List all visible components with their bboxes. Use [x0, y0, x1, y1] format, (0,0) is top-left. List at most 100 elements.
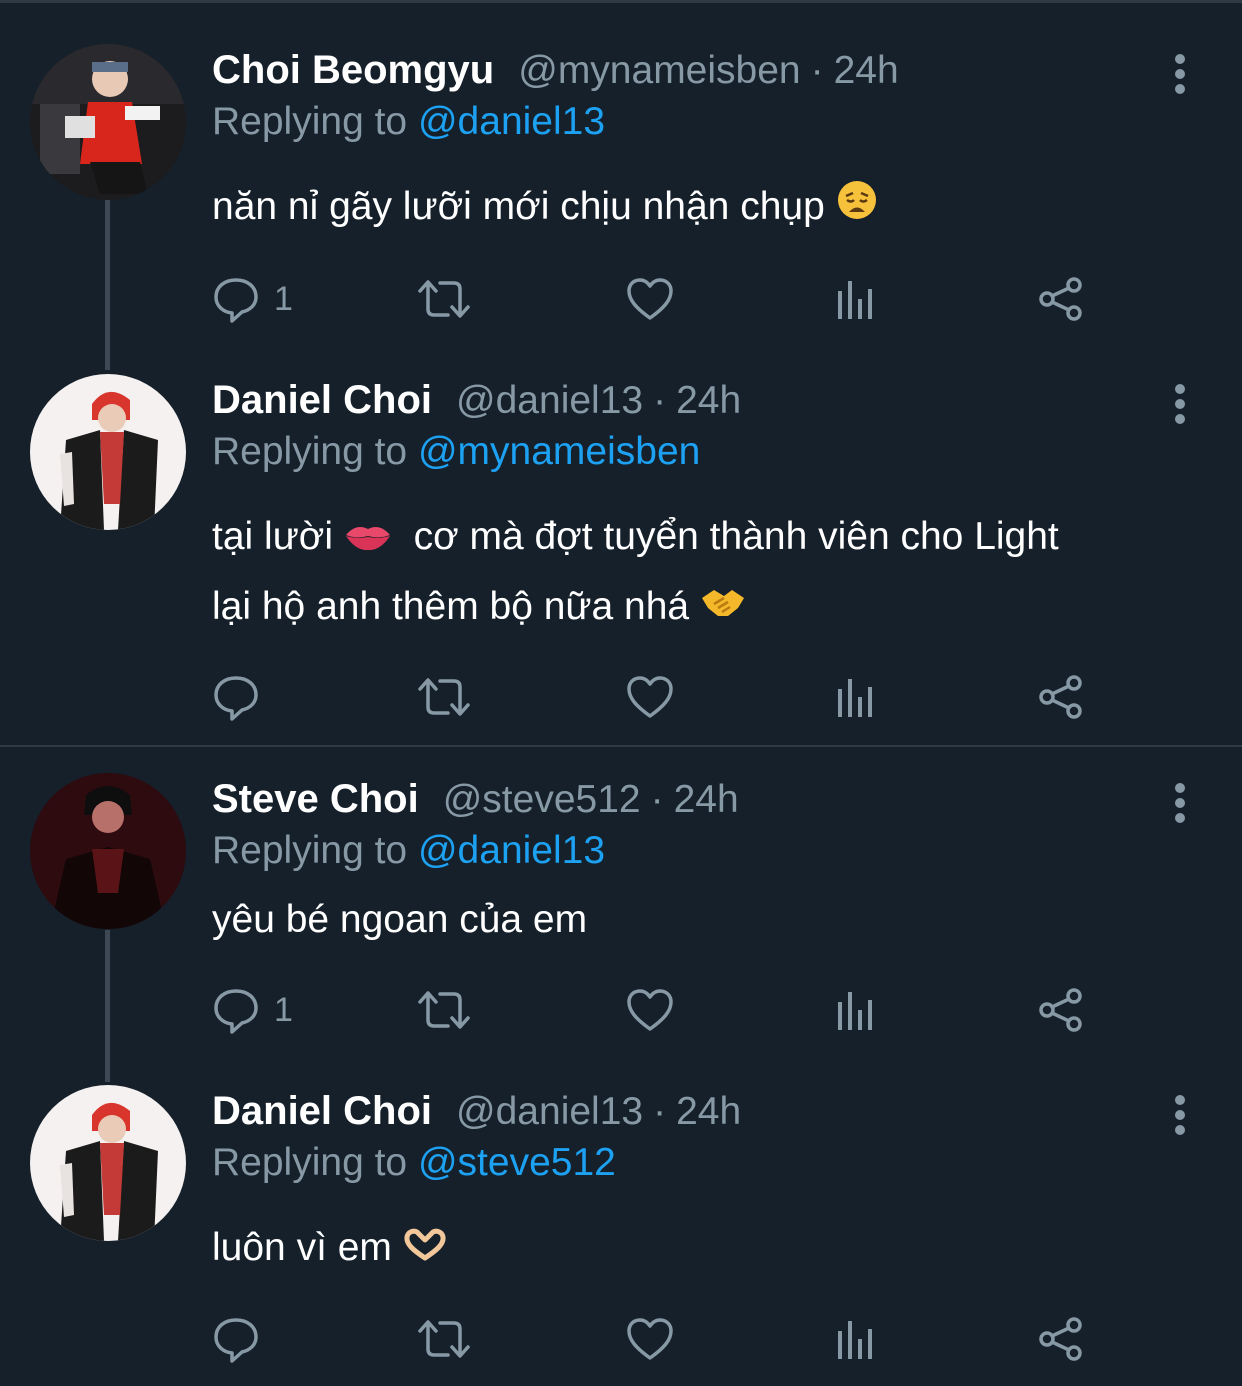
reply-icon — [214, 676, 258, 721]
share-button[interactable] — [1038, 985, 1084, 1035]
mention-link[interactable]: @mynameisben — [418, 430, 700, 473]
tweet-header: Choi Beomgyu @mynameisben · 24h — [212, 48, 899, 100]
more-icon[interactable] — [1168, 54, 1192, 94]
analytics-button[interactable] — [836, 985, 876, 1035]
analytics-button[interactable] — [836, 274, 876, 324]
avatar[interactable] — [30, 374, 186, 530]
replying-prefix: Replying to — [212, 829, 408, 872]
mention-link[interactable]: @steve512 — [418, 1141, 616, 1184]
like-button[interactable] — [626, 1314, 674, 1364]
reply-button[interactable] — [212, 672, 274, 722]
more-icon[interactable] — [1168, 1095, 1192, 1135]
share-button[interactable] — [1038, 672, 1084, 722]
analytics-icon — [838, 679, 872, 717]
retweet-button[interactable] — [416, 985, 472, 1035]
username[interactable]: @daniel13 — [456, 1090, 643, 1134]
top-divider — [0, 0, 1242, 3]
reply-button[interactable]: 1 — [212, 985, 293, 1035]
display-name[interactable]: Steve Choi — [212, 777, 419, 822]
tweet-actions — [212, 672, 1112, 722]
tweet-text-part: cơ mà đợt tuyển thành viên cho Light — [413, 515, 1059, 558]
display-name[interactable]: Daniel Choi — [212, 1089, 432, 1134]
reply-icon — [214, 278, 258, 323]
display-name[interactable]: Daniel Choi — [212, 378, 432, 423]
tweet-header: Daniel Choi @daniel13 · 24h — [212, 1089, 741, 1141]
separator-dot: · — [650, 778, 664, 821]
replying-to: Replying to @mynameisben — [212, 430, 700, 474]
retweet-icon — [418, 991, 470, 1029]
replying-to: Replying to @steve512 — [212, 1141, 616, 1185]
tweet-text-content: năn nỉ gãy lưỡi mới chịu nhận chụp — [212, 185, 825, 228]
replying-to: Replying to @daniel13 — [212, 829, 605, 873]
analytics-icon — [838, 281, 872, 319]
conversation-divider — [0, 745, 1242, 747]
tweet-actions: 1 — [212, 274, 1112, 324]
share-button[interactable] — [1038, 274, 1084, 324]
retweet-button[interactable] — [416, 274, 472, 324]
like-button[interactable] — [626, 672, 674, 722]
avatar[interactable] — [30, 1085, 186, 1241]
more-icon[interactable] — [1168, 384, 1192, 424]
like-icon — [627, 1318, 673, 1360]
username[interactable]: @steve512 — [443, 778, 641, 822]
separator-dot: · — [653, 1090, 667, 1133]
timestamp[interactable]: 24h — [676, 379, 741, 423]
reply-button[interactable] — [212, 1314, 274, 1364]
tweet-header: Steve Choi @steve512 · 24h — [212, 777, 739, 829]
tweet-actions — [212, 1314, 1112, 1364]
tweet-text: luôn vì em — [212, 1214, 1202, 1284]
thread-line — [105, 930, 110, 1082]
like-icon — [627, 989, 673, 1031]
tweet-text-part: lại hộ anh thêm bộ nữa nhá — [212, 584, 690, 628]
lips-emoji — [344, 505, 392, 573]
timestamp[interactable]: 24h — [834, 49, 899, 93]
replying-prefix: Replying to — [212, 1141, 408, 1184]
tweet-actions: 1 — [212, 985, 1112, 1035]
share-button[interactable] — [1038, 1314, 1084, 1364]
thread-line — [105, 200, 110, 370]
mention-link[interactable]: @daniel13 — [418, 829, 605, 872]
reply-icon — [214, 1318, 258, 1363]
tweet-text: năn nỉ gãy lưỡi mới chịu nhận chụp — [212, 173, 1202, 243]
tweet-header: Daniel Choi @daniel13 · 24h — [212, 378, 741, 430]
replying-prefix: Replying to — [212, 100, 408, 143]
timestamp[interactable]: 24h — [676, 1090, 741, 1134]
tweet-text-content: yêu bé ngoan của em — [212, 898, 588, 941]
display-name[interactable]: Choi Beomgyu — [212, 48, 494, 93]
retweet-icon — [418, 1320, 470, 1358]
like-button[interactable] — [626, 985, 674, 1035]
timestamp[interactable]: 24h — [674, 778, 739, 822]
retweet-icon — [418, 280, 470, 318]
like-icon — [627, 676, 673, 718]
share-icon — [1039, 988, 1082, 1032]
retweet-button[interactable] — [416, 672, 472, 722]
replying-to: Replying to @daniel13 — [212, 100, 605, 144]
share-icon — [1039, 277, 1082, 321]
reply-button[interactable]: 1 — [212, 274, 293, 324]
retweet-button[interactable] — [416, 1314, 472, 1364]
mention-link[interactable]: @daniel13 — [418, 100, 605, 143]
reply-icon — [214, 989, 258, 1034]
tweet-text-content: luôn vì em — [212, 1226, 392, 1269]
analytics-icon — [838, 992, 872, 1030]
retweet-icon — [418, 678, 470, 716]
tweet-text-part: tại lười — [212, 515, 334, 558]
tweet-text: tại lười cơ mà đợt tuyển thành viên cho … — [212, 503, 1202, 642]
username[interactable]: @mynameisben — [518, 49, 800, 93]
analytics-button[interactable] — [836, 1314, 876, 1364]
handshake-emoji — [700, 574, 746, 642]
like-button[interactable] — [626, 274, 674, 324]
analytics-button[interactable] — [836, 672, 876, 722]
replying-prefix: Replying to — [212, 430, 408, 473]
reply-count: 1 — [274, 279, 293, 318]
reply-count: 1 — [274, 990, 293, 1029]
separator-dot: · — [810, 49, 824, 92]
more-icon[interactable] — [1168, 783, 1192, 823]
share-icon — [1039, 675, 1082, 719]
analytics-icon — [838, 1321, 872, 1359]
avatar[interactable] — [30, 44, 186, 200]
weary-face-emoji — [836, 175, 878, 243]
tweet-text: yêu bé ngoan của em — [212, 886, 1202, 954]
username[interactable]: @daniel13 — [456, 379, 643, 423]
avatar[interactable] — [30, 773, 186, 929]
